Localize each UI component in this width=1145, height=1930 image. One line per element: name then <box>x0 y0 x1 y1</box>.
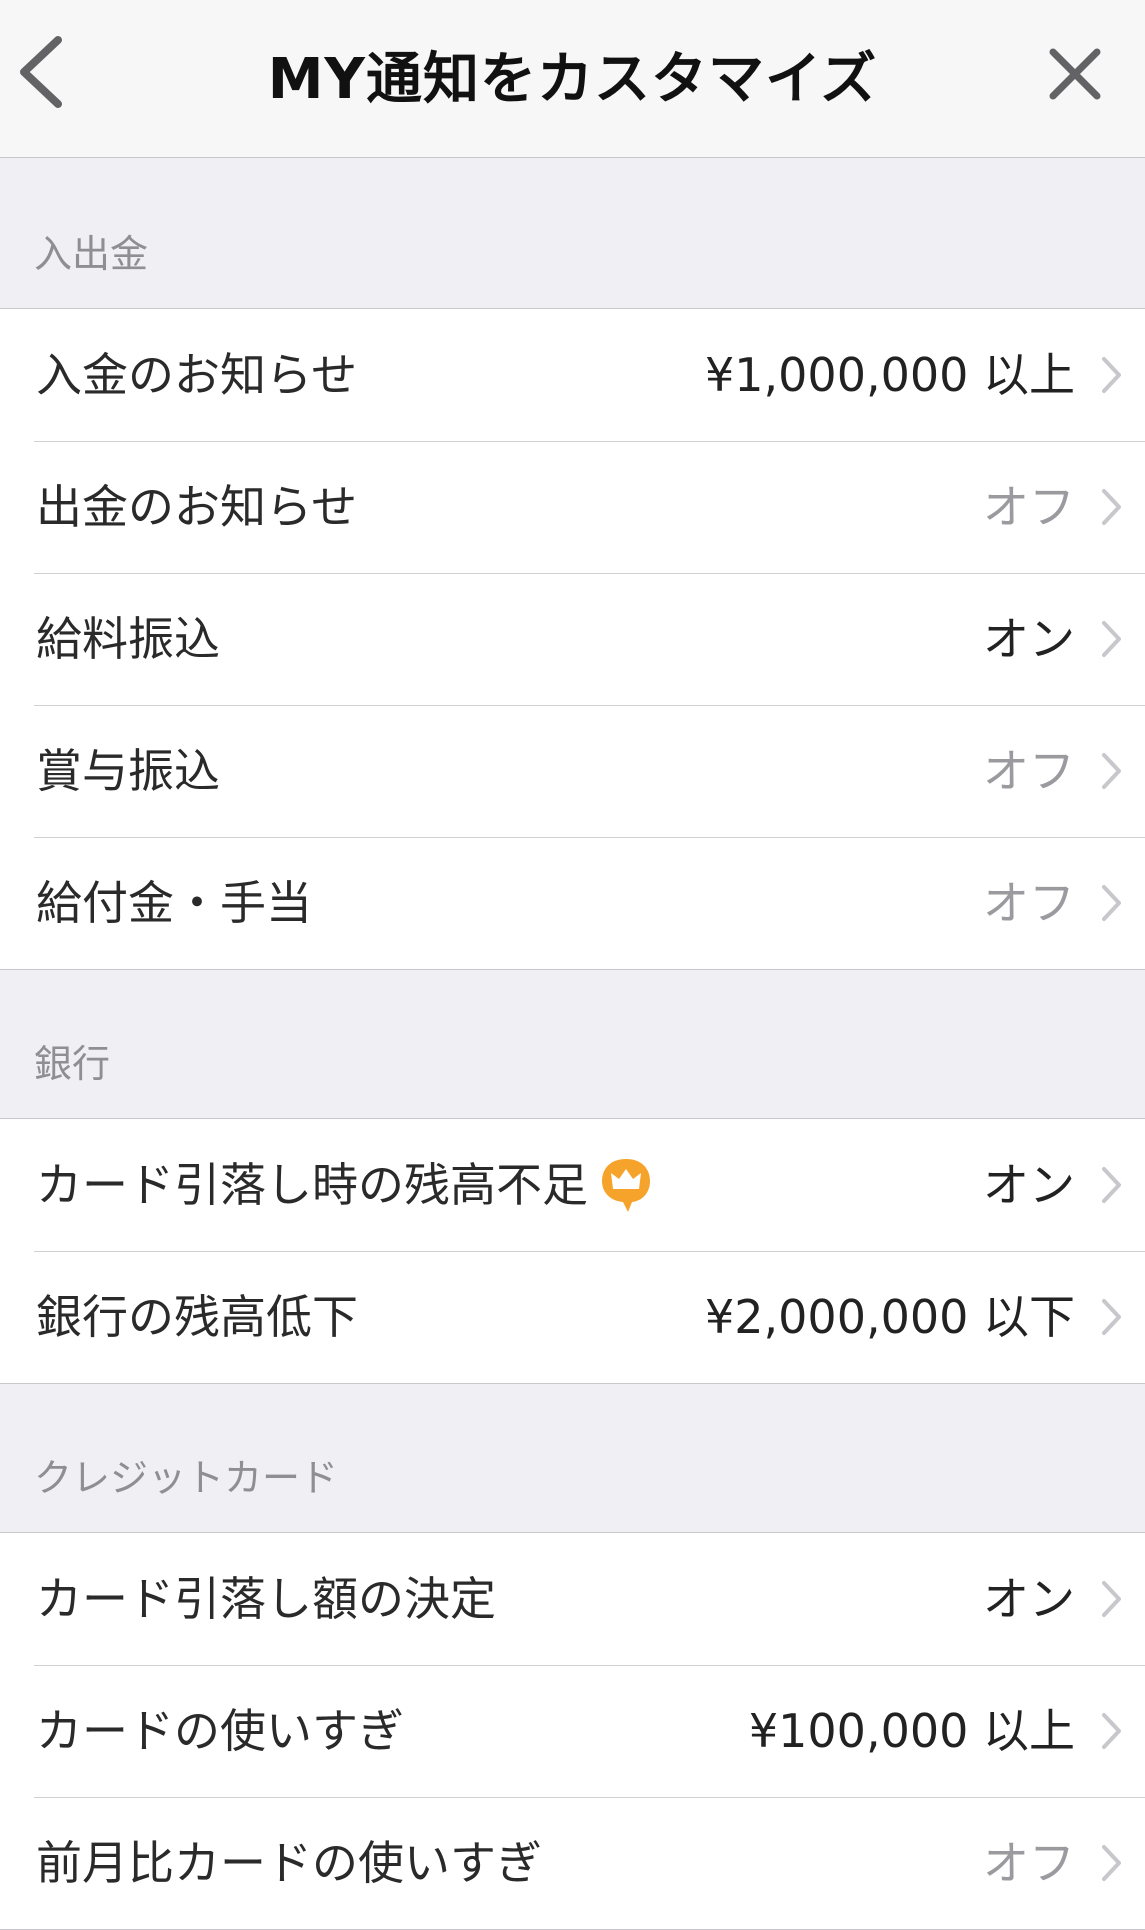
section-header-deposits: 入出金 <box>0 158 1145 308</box>
close-icon <box>1049 48 1101 100</box>
row-title: 給料振込 <box>36 612 220 666</box>
navigation-bar: MY通知をカスタマイズ <box>0 0 1145 158</box>
section-label: クレジットカード <box>34 1456 339 1500</box>
row-bonus-transfer[interactable]: 賞与振込 オフ <box>0 705 1145 837</box>
page-title: MY通知をカスタマイズ <box>267 47 878 112</box>
row-deposit-notice[interactable]: 入金のお知らせ ¥1,000,000 以上 <box>0 309 1145 441</box>
row-title: 賞与振込 <box>36 744 220 798</box>
row-title: カード引落し時の残高不足 <box>36 1119 654 1251</box>
row-value: オフ <box>983 1836 1075 1890</box>
section-header-bank: 銀行 <box>0 970 1145 1118</box>
chevron-right-icon <box>1102 357 1121 393</box>
row-title: 前月比カードの使いすぎ <box>36 1836 542 1890</box>
row-title: 銀行の残高低下 <box>36 1290 358 1344</box>
row-salary-transfer[interactable]: 給料振込 オン <box>0 573 1145 705</box>
row-card-overuse-vs-last-month[interactable]: 前月比カードの使いすぎ オフ <box>0 1797 1145 1929</box>
chevron-right-icon <box>1102 1713 1121 1749</box>
section-label: 入出金 <box>34 232 149 276</box>
row-value: ¥100,000 以上 <box>748 1704 1075 1758</box>
row-title: 入金のお知らせ <box>36 348 358 402</box>
chevron-right-icon <box>1102 1299 1121 1335</box>
row-value: オン <box>983 612 1075 666</box>
chevron-right-icon <box>1102 1167 1121 1203</box>
chevron-right-icon <box>1102 1845 1121 1881</box>
row-insufficient-balance[interactable]: カード引落し時の残高不足 オン <box>0 1119 1145 1251</box>
row-value: オフ <box>983 744 1075 798</box>
section-header-credit-card: クレジットカード <box>0 1384 1145 1532</box>
row-value: オン <box>983 1572 1075 1626</box>
row-title-text: カード引落し時の残高不足 <box>36 1158 588 1212</box>
section-group-bank: カード引落し時の残高不足 オン 銀行の残高低下 ¥2,000,000 以下 <box>0 1118 1145 1384</box>
section-group-credit-card: カード引落し額の決定 オン カードの使いすぎ ¥100,000 以上 前月比カー… <box>0 1532 1145 1930</box>
row-benefits-allowance[interactable]: 給付金・手当 オフ <box>0 837 1145 969</box>
chevron-right-icon <box>1102 489 1121 525</box>
chevron-right-icon <box>1102 753 1121 789</box>
premium-crown-icon <box>602 1158 650 1212</box>
row-value: オン <box>983 1158 1075 1212</box>
row-value: オフ <box>983 480 1075 534</box>
row-withdrawal-notice[interactable]: 出金のお知らせ オフ <box>0 441 1145 573</box>
row-title: カード引落し額の決定 <box>36 1572 496 1626</box>
row-title: 出金のお知らせ <box>36 480 358 534</box>
chevron-right-icon <box>1102 885 1121 921</box>
row-title: カードの使いすぎ <box>36 1704 404 1758</box>
row-value: オフ <box>983 876 1075 930</box>
chevron-right-icon <box>1102 1581 1121 1617</box>
section-label: 銀行 <box>34 1042 111 1086</box>
chevron-right-icon <box>1102 621 1121 657</box>
section-group-deposits: 入金のお知らせ ¥1,000,000 以上 出金のお知らせ オフ 給料振込 オン… <box>0 308 1145 970</box>
notification-settings-screen: MY通知をカスタマイズ 入出金 入金のお知らせ ¥1,000,000 以上 出金… <box>0 0 1145 1930</box>
row-card-overuse[interactable]: カードの使いすぎ ¥100,000 以上 <box>0 1665 1145 1797</box>
row-card-debit-amount[interactable]: カード引落し額の決定 オン <box>0 1533 1145 1665</box>
row-value: ¥1,000,000 以上 <box>705 348 1075 402</box>
row-bank-balance-low[interactable]: 銀行の残高低下 ¥2,000,000 以下 <box>0 1251 1145 1383</box>
close-button[interactable] <box>1045 44 1105 104</box>
row-value: ¥2,000,000 以下 <box>705 1290 1075 1344</box>
row-title: 給付金・手当 <box>36 876 312 930</box>
